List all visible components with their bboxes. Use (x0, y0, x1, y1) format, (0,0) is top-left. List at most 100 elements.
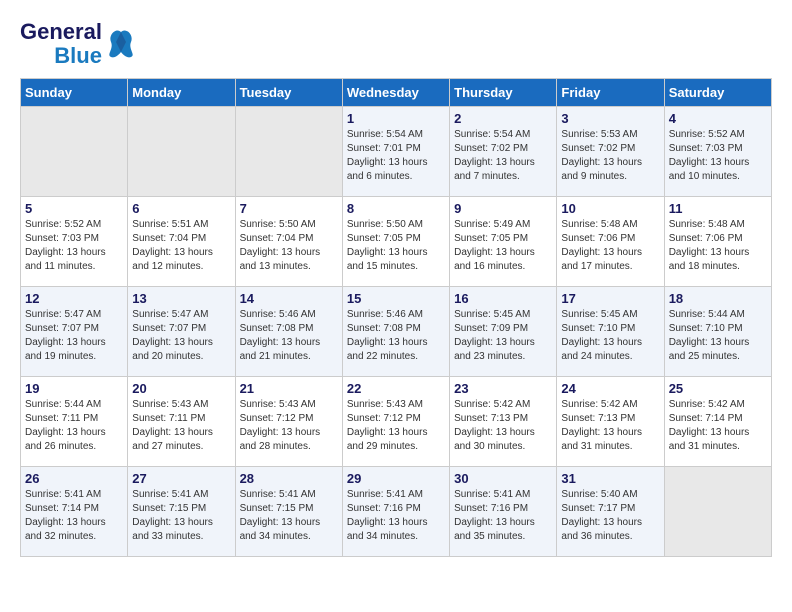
calendar-cell: 20 Sunrise: 5:43 AM Sunset: 7:11 PM Dayli… (128, 377, 235, 467)
day-number: 12 (25, 291, 123, 306)
day-info: Sunrise: 5:40 AM Sunset: 7:17 PM Dayligh… (561, 488, 659, 544)
day-number: 11 (669, 201, 767, 216)
day-info: Sunrise: 5:41 AM Sunset: 7:15 PM Dayligh… (132, 488, 230, 544)
calendar-header-row: SundayMondayTuesdayWednesdayThursdayFrid… (21, 79, 772, 107)
day-info: Sunrise: 5:46 AM Sunset: 7:08 PM Dayligh… (347, 308, 445, 364)
day-info: Sunrise: 5:45 AM Sunset: 7:10 PM Dayligh… (561, 308, 659, 364)
day-number: 19 (25, 381, 123, 396)
day-info: Sunrise: 5:53 AM Sunset: 7:02 PM Dayligh… (561, 128, 659, 184)
calendar-cell: 14 Sunrise: 5:46 AM Sunset: 7:08 PM Dayli… (235, 287, 342, 377)
calendar-cell: 10 Sunrise: 5:48 AM Sunset: 7:06 PM Dayli… (557, 197, 664, 287)
day-info: Sunrise: 5:49 AM Sunset: 7:05 PM Dayligh… (454, 218, 552, 274)
calendar-cell: 25 Sunrise: 5:42 AM Sunset: 7:14 PM Dayli… (664, 377, 771, 467)
logo-bird-icon (106, 27, 136, 62)
day-number: 3 (561, 111, 659, 126)
calendar-cell: 31 Sunrise: 5:40 AM Sunset: 7:17 PM Dayli… (557, 467, 664, 557)
day-number: 22 (347, 381, 445, 396)
calendar-cell: 17 Sunrise: 5:45 AM Sunset: 7:10 PM Dayli… (557, 287, 664, 377)
day-number: 4 (669, 111, 767, 126)
calendar-week-row: 5 Sunrise: 5:52 AM Sunset: 7:03 PM Daylig… (21, 197, 772, 287)
day-number: 18 (669, 291, 767, 306)
day-header-tuesday: Tuesday (235, 79, 342, 107)
calendar-cell: 23Sunrise: 5:42 AM Sunset: 7:13 PM Dayli… (450, 377, 557, 467)
calendar-cell (235, 107, 342, 197)
day-info: Sunrise: 5:52 AM Sunset: 7:03 PM Dayligh… (669, 128, 767, 184)
day-number: 31 (561, 471, 659, 486)
calendar-cell (128, 107, 235, 197)
day-info: Sunrise: 5:47 AM Sunset: 7:07 PM Dayligh… (25, 308, 123, 364)
calendar-cell: 12 Sunrise: 5:47 AM Sunset: 7:07 PM Dayli… (21, 287, 128, 377)
day-info: Sunrise: 5:51 AM Sunset: 7:04 PM Dayligh… (132, 218, 230, 274)
day-info: Sunrise: 5:48 AM Sunset: 7:06 PM Dayligh… (669, 218, 767, 274)
logo: General Blue (20, 20, 136, 68)
day-number: 1 (347, 111, 445, 126)
day-number: 28 (240, 471, 338, 486)
calendar-cell: 9Sunrise: 5:49 AM Sunset: 7:05 PM Daylig… (450, 197, 557, 287)
calendar-cell (21, 107, 128, 197)
day-info: Sunrise: 5:54 AM Sunset: 7:02 PM Dayligh… (454, 128, 552, 184)
day-info: Sunrise: 5:50 AM Sunset: 7:04 PM Dayligh… (240, 218, 338, 274)
day-info: Sunrise: 5:43 AM Sunset: 7:11 PM Dayligh… (132, 398, 230, 454)
calendar-cell: 7 Sunrise: 5:50 AM Sunset: 7:04 PM Daylig… (235, 197, 342, 287)
day-info: Sunrise: 5:42 AM Sunset: 7:13 PM Dayligh… (561, 398, 659, 454)
calendar-body: 1 Sunrise: 5:54 AM Sunset: 7:01 PM Daylig… (21, 107, 772, 557)
calendar-week-row: 26Sunrise: 5:41 AM Sunset: 7:14 PM Dayli… (21, 467, 772, 557)
day-info: Sunrise: 5:48 AM Sunset: 7:06 PM Dayligh… (561, 218, 659, 274)
day-info: Sunrise: 5:52 AM Sunset: 7:03 PM Dayligh… (25, 218, 123, 274)
day-number: 30 (454, 471, 552, 486)
day-header-wednesday: Wednesday (342, 79, 449, 107)
day-number: 6 (132, 201, 230, 216)
day-info: Sunrise: 5:46 AM Sunset: 7:08 PM Dayligh… (240, 308, 338, 364)
calendar-cell: 2Sunrise: 5:54 AM Sunset: 7:02 PM Daylig… (450, 107, 557, 197)
day-number: 20 (132, 381, 230, 396)
day-header-friday: Friday (557, 79, 664, 107)
day-number: 5 (25, 201, 123, 216)
day-number: 29 (347, 471, 445, 486)
day-number: 27 (132, 471, 230, 486)
day-info: Sunrise: 5:47 AM Sunset: 7:07 PM Dayligh… (132, 308, 230, 364)
day-number: 16 (454, 291, 552, 306)
day-info: Sunrise: 5:43 AM Sunset: 7:12 PM Dayligh… (347, 398, 445, 454)
day-number: 17 (561, 291, 659, 306)
calendar-cell: 8Sunrise: 5:50 AM Sunset: 7:05 PM Daylig… (342, 197, 449, 287)
calendar-cell: 29 Sunrise: 5:41 AM Sunset: 7:16 PM Dayli… (342, 467, 449, 557)
day-info: Sunrise: 5:43 AM Sunset: 7:12 PM Dayligh… (240, 398, 338, 454)
day-info: Sunrise: 5:42 AM Sunset: 7:14 PM Dayligh… (669, 398, 767, 454)
day-number: 26 (25, 471, 123, 486)
calendar-cell: 24Sunrise: 5:42 AM Sunset: 7:13 PM Dayli… (557, 377, 664, 467)
day-number: 10 (561, 201, 659, 216)
calendar-cell: 30 Sunrise: 5:41 AM Sunset: 7:16 PM Dayli… (450, 467, 557, 557)
calendar-cell: 3 Sunrise: 5:53 AM Sunset: 7:02 PM Daylig… (557, 107, 664, 197)
day-number: 15 (347, 291, 445, 306)
calendar-cell: 19 Sunrise: 5:44 AM Sunset: 7:11 PM Dayli… (21, 377, 128, 467)
calendar-cell: 6 Sunrise: 5:51 AM Sunset: 7:04 PM Daylig… (128, 197, 235, 287)
calendar-cell: 4 Sunrise: 5:52 AM Sunset: 7:03 PM Daylig… (664, 107, 771, 197)
day-info: Sunrise: 5:41 AM Sunset: 7:16 PM Dayligh… (454, 488, 552, 544)
day-info: Sunrise: 5:54 AM Sunset: 7:01 PM Dayligh… (347, 128, 445, 184)
day-info: Sunrise: 5:41 AM Sunset: 7:16 PM Dayligh… (347, 488, 445, 544)
day-number: 25 (669, 381, 767, 396)
calendar-week-row: 12 Sunrise: 5:47 AM Sunset: 7:07 PM Dayli… (21, 287, 772, 377)
day-number: 14 (240, 291, 338, 306)
day-header-thursday: Thursday (450, 79, 557, 107)
logo-line2: Blue (54, 44, 102, 68)
calendar-cell: 18 Sunrise: 5:44 AM Sunset: 7:10 PM Dayli… (664, 287, 771, 377)
day-number: 8 (347, 201, 445, 216)
calendar-cell: 27 Sunrise: 5:41 AM Sunset: 7:15 PM Dayli… (128, 467, 235, 557)
day-info: Sunrise: 5:44 AM Sunset: 7:11 PM Dayligh… (25, 398, 123, 454)
calendar-cell: 1 Sunrise: 5:54 AM Sunset: 7:01 PM Daylig… (342, 107, 449, 197)
day-info: Sunrise: 5:42 AM Sunset: 7:13 PM Dayligh… (454, 398, 552, 454)
calendar-cell: 5 Sunrise: 5:52 AM Sunset: 7:03 PM Daylig… (21, 197, 128, 287)
day-number: 21 (240, 381, 338, 396)
day-info: Sunrise: 5:44 AM Sunset: 7:10 PM Dayligh… (669, 308, 767, 364)
day-header-saturday: Saturday (664, 79, 771, 107)
day-number: 7 (240, 201, 338, 216)
calendar-cell: 13 Sunrise: 5:47 AM Sunset: 7:07 PM Dayli… (128, 287, 235, 377)
day-info: Sunrise: 5:41 AM Sunset: 7:15 PM Dayligh… (240, 488, 338, 544)
calendar-cell: 26Sunrise: 5:41 AM Sunset: 7:14 PM Dayli… (21, 467, 128, 557)
day-header-sunday: Sunday (21, 79, 128, 107)
calendar-cell: 28 Sunrise: 5:41 AM Sunset: 7:15 PM Dayli… (235, 467, 342, 557)
calendar-cell: 21 Sunrise: 5:43 AM Sunset: 7:12 PM Dayli… (235, 377, 342, 467)
calendar-cell: 16Sunrise: 5:45 AM Sunset: 7:09 PM Dayli… (450, 287, 557, 377)
day-number: 13 (132, 291, 230, 306)
